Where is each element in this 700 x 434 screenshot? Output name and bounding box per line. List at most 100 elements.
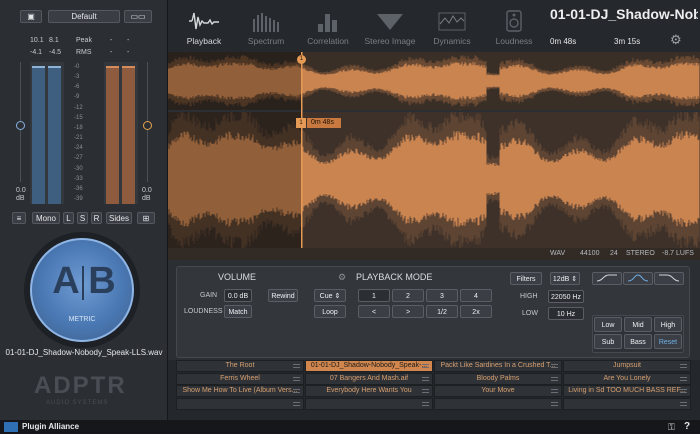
help-button[interactable]: ? [684,421,690,432]
tab-spectrum[interactable]: Spectrum [236,0,296,52]
playback-settings-icon[interactable]: ⚙ [338,272,346,283]
plugin-alliance-brand: Plugin Alliance [22,422,80,431]
drag-handle-icon[interactable] [422,389,429,393]
match-button[interactable]: Match [224,305,252,318]
mode-2-button[interactable]: 2 [392,289,424,302]
band-bass-button[interactable]: Bass [624,334,652,349]
scale-tick-label: -0 [74,64,80,70]
half-speed-button[interactable]: 1/2 [426,305,458,318]
filter-highshelf-button[interactable] [654,272,684,285]
gain-b-slider[interactable] [143,121,152,130]
playhead-line[interactable] [301,52,303,248]
settings-gear-icon[interactable]: ⚙ [670,32,682,48]
low-cut-field[interactable]: 10 Hz [548,307,584,320]
playlist-slot[interactable]: 07 Bangers And Mash.aif [305,372,433,385]
drag-handle-icon[interactable] [293,376,300,381]
playlist-slot[interactable]: The Root [176,360,304,372]
next-button[interactable]: > [392,305,424,318]
tab-stereo-image[interactable]: Stereo Image [360,0,420,52]
ab-link-button[interactable]: ⊞ [137,212,155,224]
overview-marker[interactable]: 1 [297,55,306,64]
ab-switch[interactable]: A B METRIC [30,238,134,342]
drag-handle-icon[interactable] [422,401,429,406]
playhead-marker[interactable]: 1 [296,118,306,128]
peak-b-left: - [110,37,113,44]
drag-handle-icon[interactable] [551,389,558,393]
left-channel-button[interactable]: L [63,212,74,224]
drag-handle-icon[interactable] [422,376,429,381]
drag-handle-icon[interactable] [422,364,429,368]
mode-1-button[interactable]: 1 [358,289,390,302]
mono-button[interactable]: Mono [32,212,60,224]
band-sub-button[interactable]: Sub [594,334,622,349]
tab-correlation[interactable]: Correlation [298,0,358,52]
playlist-slot[interactable]: Show Me How To Live (Album Vers... [176,385,304,397]
loudness-lufs: -8.7 LUFS [662,250,694,257]
filter-bell-button[interactable] [623,272,653,285]
rewind-button[interactable]: Rewind [268,289,298,302]
window-size-button[interactable]: ▭▭ [124,10,152,23]
playlist-slot[interactable]: Your Move [434,385,562,397]
double-speed-button[interactable]: 2x [460,305,492,318]
tab-playback[interactable]: Playback [174,0,234,52]
reset-button[interactable]: Reset [654,334,682,349]
playlist-slot[interactable]: 01-01-DJ_Shadow-Nobody_Speak-... [305,360,433,372]
playlist-slot[interactable]: Packt Like Sardines In a Crushed T... [434,360,562,372]
playlist-slot[interactable] [563,397,691,410]
meter-toggle-button[interactable]: ≡ [12,212,26,224]
right-channel-button[interactable]: R [91,212,102,224]
playlist-slot[interactable] [434,397,562,410]
preset-menu-button[interactable]: ▣ [20,10,42,23]
stereo-button[interactable]: S [77,212,88,224]
cue-select[interactable]: Cue ⇕ [314,289,346,302]
mode-3-button[interactable]: 3 [426,289,458,302]
sides-button[interactable]: Sides [106,212,132,224]
loudness-icon [506,10,522,32]
drag-handle-icon[interactable] [293,389,300,393]
drag-handle-icon[interactable] [551,401,558,406]
preset-selector[interactable]: Default [48,10,120,23]
gain-a-slider[interactable] [16,121,25,130]
drag-handle-icon[interactable] [293,401,300,406]
playlist-slot-label: The Root [225,362,255,369]
key-icon[interactable]: ⚿ [668,422,675,433]
high-cut-field[interactable]: 22050 Hz [548,290,584,303]
loop-button[interactable]: Loop [314,305,346,318]
drag-handle-icon[interactable] [680,364,687,368]
playlist-slot[interactable]: Living in Sd TOO MUCH BASS REF... [563,385,691,397]
gain-value-field[interactable]: 0.0 dB [224,289,252,302]
playlist-slot[interactable]: Are You Lonely [563,372,691,385]
waveform-view[interactable]: 1 1 0m 48s WAV 44100 24 STEREO -8.7 LUFS [168,52,700,260]
filter-lowshelf-button[interactable] [592,272,622,285]
bit-depth: 24 [610,250,618,257]
tab-label: Dynamics [433,36,471,46]
drag-handle-icon[interactable] [293,364,300,368]
drag-handle-icon[interactable] [551,364,558,368]
playlist-slot-label: Living in Sd TOO MUCH BASS REF... [568,387,686,394]
meter-b-right-bar [122,66,135,204]
cue-label: Cue [319,293,333,300]
playlist-slot[interactable] [176,397,304,410]
drag-handle-icon[interactable] [680,401,687,406]
drag-handle-icon[interactable] [680,376,687,381]
playlist-slot[interactable]: Ferris Wheel [176,372,304,385]
current-position: 0m 48s [550,37,577,46]
band-high-button[interactable]: High [654,317,682,332]
filter-slope-select[interactable]: 12dB ⇕ [550,272,580,285]
band-low-mid-button[interactable]: Low Mid [594,317,622,344]
band-mid-button[interactable]: Mid [624,317,652,332]
filters-button[interactable]: Filters [510,272,542,285]
tab-loudness[interactable]: Loudness [484,0,544,52]
control-panel: VOLUME GAIN 0.0 dB LOUDNESS Match Rewind… [168,260,700,360]
tab-dynamics[interactable]: Dynamics [422,0,482,52]
playlist-slot[interactable] [305,397,433,410]
drag-handle-icon[interactable] [551,376,558,381]
peak-label: Peak [76,37,92,44]
playlist-slot[interactable]: Bloody Palms [434,372,562,385]
drag-handle-icon[interactable] [680,389,687,393]
adptr-logo: ADPTR [34,372,127,399]
playlist-slot[interactable]: Everybody Here Wants You [305,385,433,397]
previous-button[interactable]: < [358,305,390,318]
playlist-slot[interactable]: Jumpsuit [563,360,691,372]
mode-4-button[interactable]: 4 [460,289,492,302]
